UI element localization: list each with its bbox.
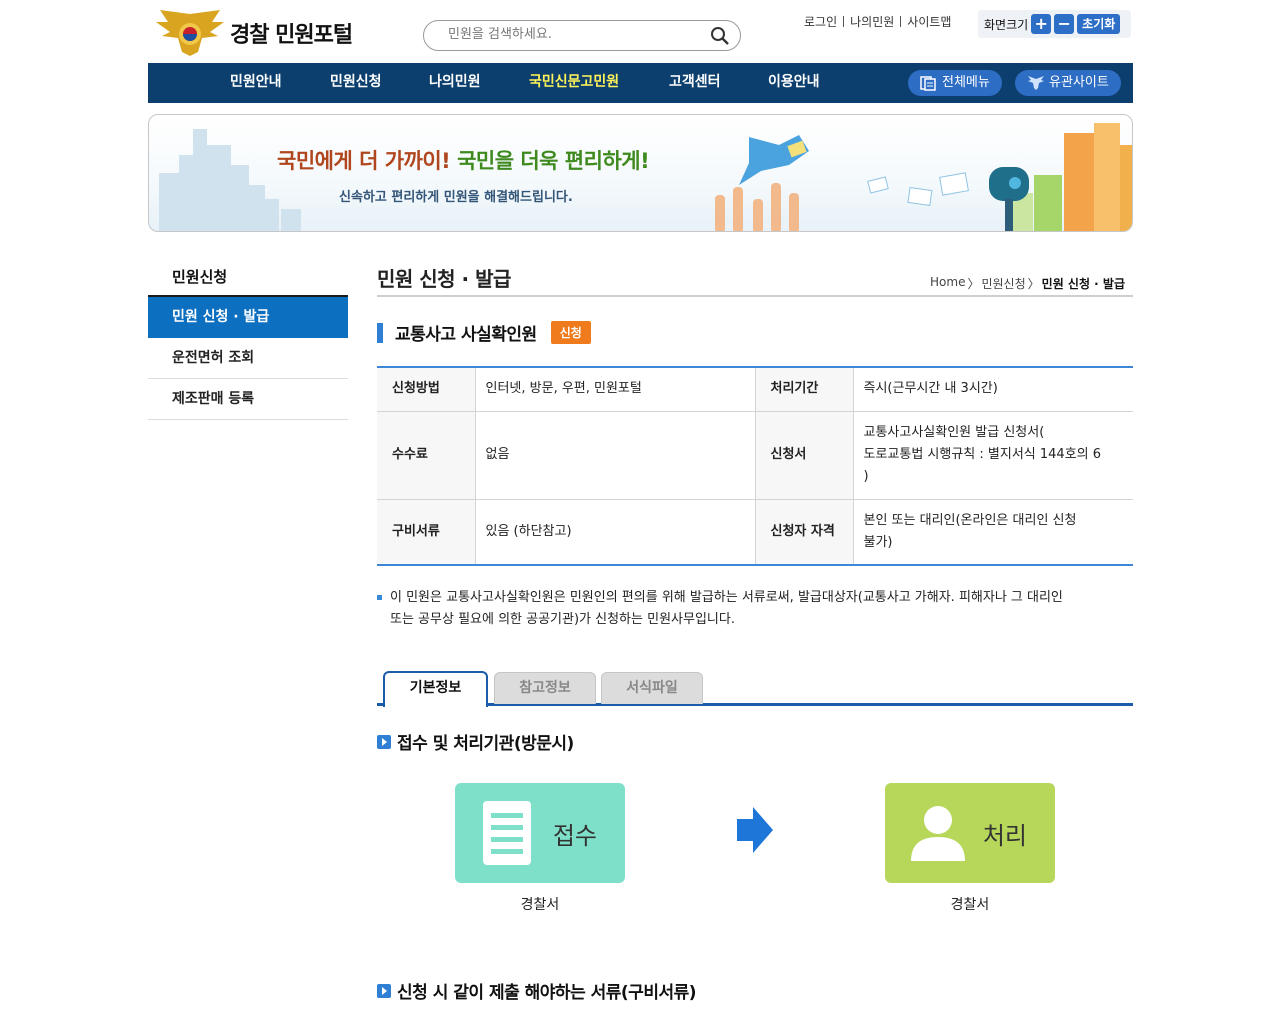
flow-step-label: 처리 <box>982 822 1027 850</box>
page-title: 민원 신청 · 발급 <box>377 267 511 291</box>
play-arrow-icon <box>377 734 391 749</box>
breadcrumb-home[interactable]: Home <box>930 275 965 292</box>
table-cell: 교통사고사실확인원 발급 신청서( 도로교통법 시행규칙 : 별지서식 144호… <box>853 411 1133 500</box>
search-input[interactable] <box>448 27 698 42</box>
table-header-cell: 신청자 자격 <box>755 499 854 565</box>
table-header-cell: 처리기간 <box>755 367 854 412</box>
table-header-cell: 신청방법 <box>377 367 476 412</box>
form-name-line: 교통사고사실확인원 발급 신청서( <box>863 425 1045 440</box>
breadcrumb-current: 민원 신청 · 발급 <box>1041 277 1125 291</box>
search-icon[interactable] <box>710 26 730 46</box>
sidebar-item-apply-issue[interactable]: 민원 신청 · 발급 <box>148 297 348 338</box>
menu-icon <box>920 75 936 91</box>
note-line: 이 민원은 교통사고사실확인원은 민원인의 편의를 위해 발급하는 서류로써, … <box>390 590 1063 605</box>
table-header-cell: 신청서 <box>755 411 854 500</box>
hero-banner: 국민에게 더 가까이! 국민을 더욱 편리하게! 신속하고 편리하게 민원을 해… <box>148 114 1133 232</box>
flow-step-receive: 접수 <box>455 783 625 883</box>
sidebar-item-license-check[interactable]: 운전면허 조회 <box>148 338 348 379</box>
table-cell: 있음 (하단참고) <box>475 499 756 565</box>
tab-reference-info[interactable]: 참고정보 <box>494 672 596 704</box>
flow-step-process: 처리 <box>885 783 1055 883</box>
sidebar-title: 민원신청 <box>172 268 228 286</box>
eagle-icon <box>1027 75 1044 91</box>
sitemap-link[interactable]: 사이트맵 <box>907 13 951 30</box>
divider <box>900 16 902 27</box>
breadcrumb: Home 〉 민원신청 〉 민원 신청 · 발급 <box>930 275 1125 292</box>
related-sites-button[interactable]: 유관사이트 <box>1015 70 1121 96</box>
nav-item-guide[interactable]: 민원안내 <box>230 63 282 103</box>
police-emblem-icon <box>152 8 228 58</box>
nav-item-my[interactable]: 나의민원 <box>429 63 481 103</box>
subsection-header: 신청 시 같이 제출 해야하는 서류(구비서류) <box>377 978 697 1003</box>
table-row: 수수료 없음 신청서 교통사고사실확인원 발급 신청서( 도로교통법 시행규칙 … <box>377 411 1133 500</box>
subsection-title: 신청 시 같이 제출 해야하는 서류(구비서류) <box>397 983 697 1003</box>
table-cell: 인터넷, 방문, 우편, 민원포털 <box>475 367 756 412</box>
nav-item-apply[interactable]: 민원신청 <box>330 63 382 103</box>
search-box <box>423 20 741 51</box>
flow-step-caption: 경찰서 <box>520 897 560 913</box>
breadcrumb-separator: 〉 <box>1027 277 1040 291</box>
zoom-control: 화면크기 + − 초기화 <box>978 10 1131 38</box>
sidebar-menu: 민원 신청 · 발급 운전면허 조회 제조판매 등록 <box>148 295 348 420</box>
flow-step-label: 접수 <box>552 822 597 850</box>
banner-title-part1: 국민에게 더 가까이! <box>277 149 451 173</box>
divider <box>377 295 1133 297</box>
breadcrumb-apply[interactable]: 민원신청 <box>981 275 1025 292</box>
header: 경찰 민원포털 로그인 나의민원 사이트맵 화면크기 + − 초기화 <box>148 0 1133 63</box>
zoom-reset-button[interactable]: 초기화 <box>1077 14 1121 34</box>
apply-badge[interactable]: 신청 <box>550 321 591 344</box>
zoom-label: 화면크기 <box>984 17 1029 32</box>
table-header-cell: 수수료 <box>377 411 476 500</box>
nav-item-usage[interactable]: 이용안내 <box>768 63 820 103</box>
section-title: 교통사고 사실확인원 <box>395 325 537 345</box>
nav-item-customer[interactable]: 고객센터 <box>669 63 721 103</box>
table-header-cell: 구비서류 <box>377 499 476 565</box>
table-row: 신청방법 인터넷, 방문, 우편, 민원포털 처리기간 즉시(근무시간 내 3시… <box>377 367 1133 412</box>
subsection-title: 접수 및 처리기관(방문시) <box>397 734 574 754</box>
person-icon <box>911 806 965 861</box>
qualification-line: 본인 또는 대리인(온라인은 대리인 신청 <box>863 512 1077 528</box>
document-icon <box>483 801 531 865</box>
banner-subtitle: 신속하고 편리하게 민원을 해결해드립니다. <box>339 190 573 205</box>
zoom-in-button[interactable]: + <box>1031 14 1052 34</box>
utility-links: 로그인 나의민원 사이트맵 <box>804 13 951 30</box>
table-cell: 없음 <box>475 411 756 500</box>
table-row: 구비서류 있음 (하단참고) 신청자 자격 본인 또는 대리인(온라인은 대리인… <box>377 499 1133 565</box>
section-header: 교통사고 사실확인원 신청 <box>377 320 591 345</box>
tab-basic-info[interactable]: 기본정보 <box>383 671 488 707</box>
info-table: 신청방법 인터넷, 방문, 우편, 민원포털 처리기간 즉시(근무시간 내 3시… <box>377 366 1133 566</box>
logo-text: 경찰 민원포털 <box>230 23 353 48</box>
banner-title-part2: 국민을 더욱 편리하게! <box>457 149 650 173</box>
related-sites-label: 유관사이트 <box>1049 75 1109 90</box>
description-note: 이 민원은 교통사고사실확인원은 민원인의 편의를 위해 발급하는 서류로써, … <box>377 587 1133 631</box>
subsection-header: 접수 및 처리기관(방문시) <box>377 729 574 754</box>
form-name-line: 도로교통법 시행규칙 : 별지서식 144호의 6 <box>863 447 1102 462</box>
zoom-out-button[interactable]: − <box>1054 14 1075 34</box>
login-link[interactable]: 로그인 <box>804 13 837 30</box>
section-bar <box>377 322 383 343</box>
nav-item-epeople[interactable]: 국민신문고민원 <box>529 63 619 103</box>
breadcrumb-separator: 〉 <box>967 277 980 291</box>
table-cell: 본인 또는 대리인(온라인은 대리인 신청 불가) <box>853 499 1133 565</box>
banner-title: 국민에게 더 가까이! 국민을 더욱 편리하게! <box>277 145 650 175</box>
play-arrow-icon <box>377 983 391 998</box>
qualification-line: 불가) <box>863 534 893 550</box>
arrow-right-icon <box>737 807 773 853</box>
my-civil-link[interactable]: 나의민원 <box>850 13 894 30</box>
table-cell: 즉시(근무시간 내 3시간) <box>853 367 1133 412</box>
main-nav: 민원안내 민원신청 나의민원 국민신문고민원 고객센터 이용안내 전체메뉴 유관… <box>148 63 1133 103</box>
divider <box>843 16 845 27</box>
tab-bar: 기본정보 참고정보 서식파일 <box>377 671 1133 707</box>
tab-form-files[interactable]: 서식파일 <box>601 672 703 704</box>
all-menu-button[interactable]: 전체메뉴 <box>908 70 1002 96</box>
form-name-line: ) <box>863 469 869 484</box>
flow-step-caption: 경찰서 <box>950 897 990 913</box>
all-menu-label: 전체메뉴 <box>942 75 990 90</box>
logo[interactable]: 경찰 민원포털 <box>152 8 353 58</box>
note-line: 또는 공무상 필요에 의한 공공기관)가 신청하는 민원사무입니다. <box>390 612 735 627</box>
sidebar-item-manufacture[interactable]: 제조판매 등록 <box>148 379 348 420</box>
